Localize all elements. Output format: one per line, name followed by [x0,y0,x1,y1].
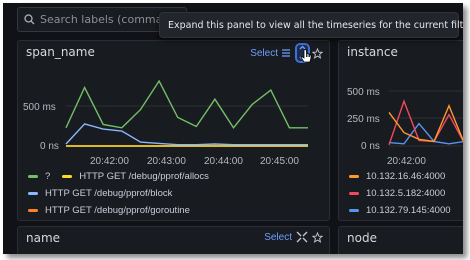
legend-label: HTTP GET /debug/pprof/allocs [79,171,209,182]
x-tick-label: 20:45:00 [260,156,299,166]
legend-swatch [349,192,359,195]
select-button[interactable]: Select [264,232,292,243]
legend-swatch [349,209,359,212]
legend-label: ? [45,171,51,182]
y-tick-label: 250 ms [347,114,380,125]
legend-swatch [62,175,73,178]
plot-area [388,90,463,147]
app-frame: Expand this panel to view all the timese… [3,3,463,254]
panel-title: span_name [26,45,95,59]
panel-title: node [347,231,377,245]
panel-instance: instance 500 ms 250 ms 0 ns 20:42:00 10.… [338,40,463,221]
search-icon [24,14,35,25]
legend-swatch [28,192,38,195]
star-icon[interactable] [312,47,323,59]
legend-item[interactable]: ? [28,171,50,182]
legend-item[interactable]: 10.132.16.46:4000 [349,171,445,182]
star-icon[interactable] [312,231,323,243]
legend-swatch [349,175,359,178]
legend-item[interactable]: HTTP GET /debug/pprof/allocs [62,171,209,182]
panel-node: node [338,226,463,254]
series-line [388,99,463,146]
legend-label: 10.132.16.46:4000 [366,171,446,182]
x-tick-label: 20:42:00 [90,156,129,166]
expand-panel-tooltip: Expand this panel to view all the timese… [159,12,463,38]
panel-title: name [26,231,61,245]
instance-chart: 500 ms 250 ms 0 ns 20:42:00 [347,87,463,166]
panel-span-name: span_name Select 500 ms 0 ns 20:42:00 20… [17,40,330,221]
span-name-chart: 500 ms 0 ns 20:42:00 20:43:00 20:44:00 2… [23,79,308,166]
legend-item[interactable]: 10.132.5.182:4000 [349,188,445,199]
x-tick-label: 20:44:00 [204,156,243,166]
y-tick-label: 0 ns [361,141,380,152]
mouse-pointer-icon [300,49,312,63]
x-tick-label: 20:43:00 [147,156,186,166]
chart-legend: 10.132.16.46:4000 10.132.5.182:4000 10.1… [349,168,463,219]
collapse-icon[interactable] [296,231,308,243]
legend-item[interactable]: HTTP GET /debug/pprof/goroutine [28,205,190,216]
panel-actions: Select [264,231,323,243]
series-line [65,79,308,129]
series-line [65,123,308,146]
legend-label: HTTP GET /debug/pprof/block [45,188,173,199]
plot-area [65,79,308,147]
select-button[interactable]: Select [250,48,278,59]
legend-label: 10.132.79.145:4000 [366,205,451,216]
list-icon[interactable] [282,48,293,58]
legend-item[interactable]: HTTP GET /debug/pprof/block [28,188,172,199]
legend-label: 10.132.5.182:4000 [366,188,446,199]
x-tick-label: 20:42:00 [387,156,426,166]
panel-name: name Select [17,226,330,254]
y-tick-label: 0 ns [40,141,59,152]
chart-legend: ? HTTP GET /debug/pprof/allocs HTTP GET … [28,168,221,219]
legend-swatch [28,175,38,178]
panel-title: instance [347,45,398,59]
legend-label: HTTP GET /debug/pprof/goroutine [45,205,190,216]
y-tick-label: 500 ms [23,102,56,113]
legend-swatch [28,209,38,212]
legend-item[interactable]: 10.132.79.145:4000 [349,205,451,216]
y-tick-label: 500 ms [347,87,380,98]
